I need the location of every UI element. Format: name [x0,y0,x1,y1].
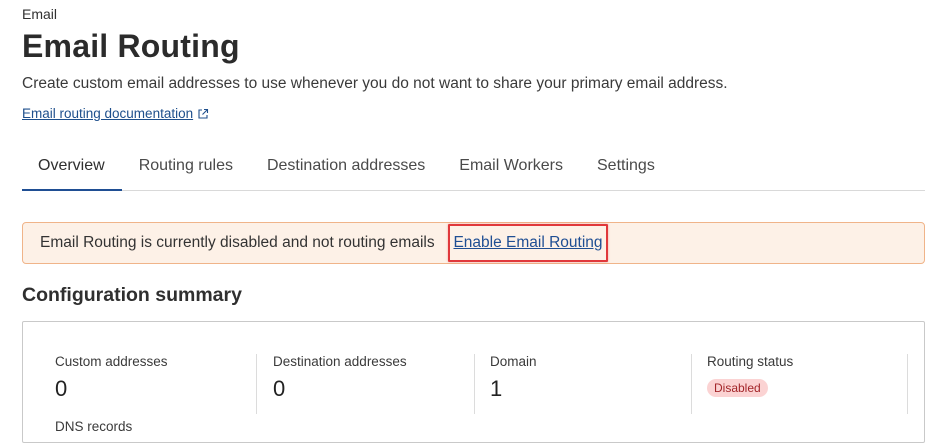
banner-message: Email Routing is currently disabled and … [40,234,435,251]
tab-overview[interactable]: Overview [22,144,122,191]
metric-label: Routing status [707,354,794,369]
disabled-warning-banner: Email Routing is currently disabled and … [22,222,925,264]
enable-email-routing-link[interactable]: Enable Email Routing [453,234,602,252]
metric-divider [256,354,257,414]
metric-divider [691,354,692,414]
configuration-summary-title: Configuration summary [22,284,242,306]
tab-bar: Overview Routing rules Destination addre… [22,144,925,191]
page-subtitle: Create custom email addresses to use whe… [22,75,728,92]
metric-custom-addresses: Custom addresses 0 [55,354,168,414]
metric-value: 1 [490,376,503,401]
documentation-link[interactable]: Email routing documentation [22,106,209,121]
tab-routing-rules[interactable]: Routing rules [122,144,250,190]
page-eyebrow: Email [22,6,58,22]
metric-divider [474,354,475,414]
metric-divider [907,354,908,414]
metric-label: Destination addresses [273,354,407,369]
metric-label: Domain [490,354,537,369]
enable-highlight-box: Enable Email Routing [448,224,608,262]
tab-email-workers[interactable]: Email Workers [442,144,580,190]
status-badge: Disabled [707,379,768,397]
dns-records-label: DNS records [55,419,133,434]
metric-value: 0 [55,376,68,401]
tab-destination-addresses[interactable]: Destination addresses [250,144,442,190]
page-title: Email Routing [22,28,240,64]
metric-label: Custom addresses [55,354,168,369]
metric-routing-status: Routing status Disabled [707,354,793,414]
tab-settings[interactable]: Settings [580,144,672,190]
external-link-icon [198,108,209,119]
metric-domain: Domain 1 [490,354,537,414]
configuration-summary-card: Custom addresses 0 Destination addresses… [22,321,925,443]
metric-destination-addresses: Destination addresses 0 [273,354,407,414]
metric-value: 0 [273,376,286,401]
documentation-link-label: Email routing documentation [22,106,194,121]
